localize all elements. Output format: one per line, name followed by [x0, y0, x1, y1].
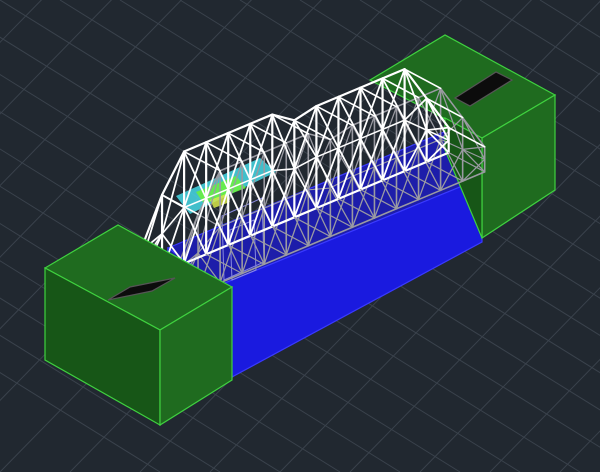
grid-line	[539, 0, 600, 38]
grid-line	[0, 0, 43, 44]
truss-member	[395, 106, 420, 150]
truss-member	[271, 119, 296, 172]
truss-member	[160, 150, 186, 197]
bridge-3d-scene	[0, 0, 600, 472]
cad-model-viewport[interactable]	[0, 0, 600, 472]
truss-member	[271, 168, 296, 172]
